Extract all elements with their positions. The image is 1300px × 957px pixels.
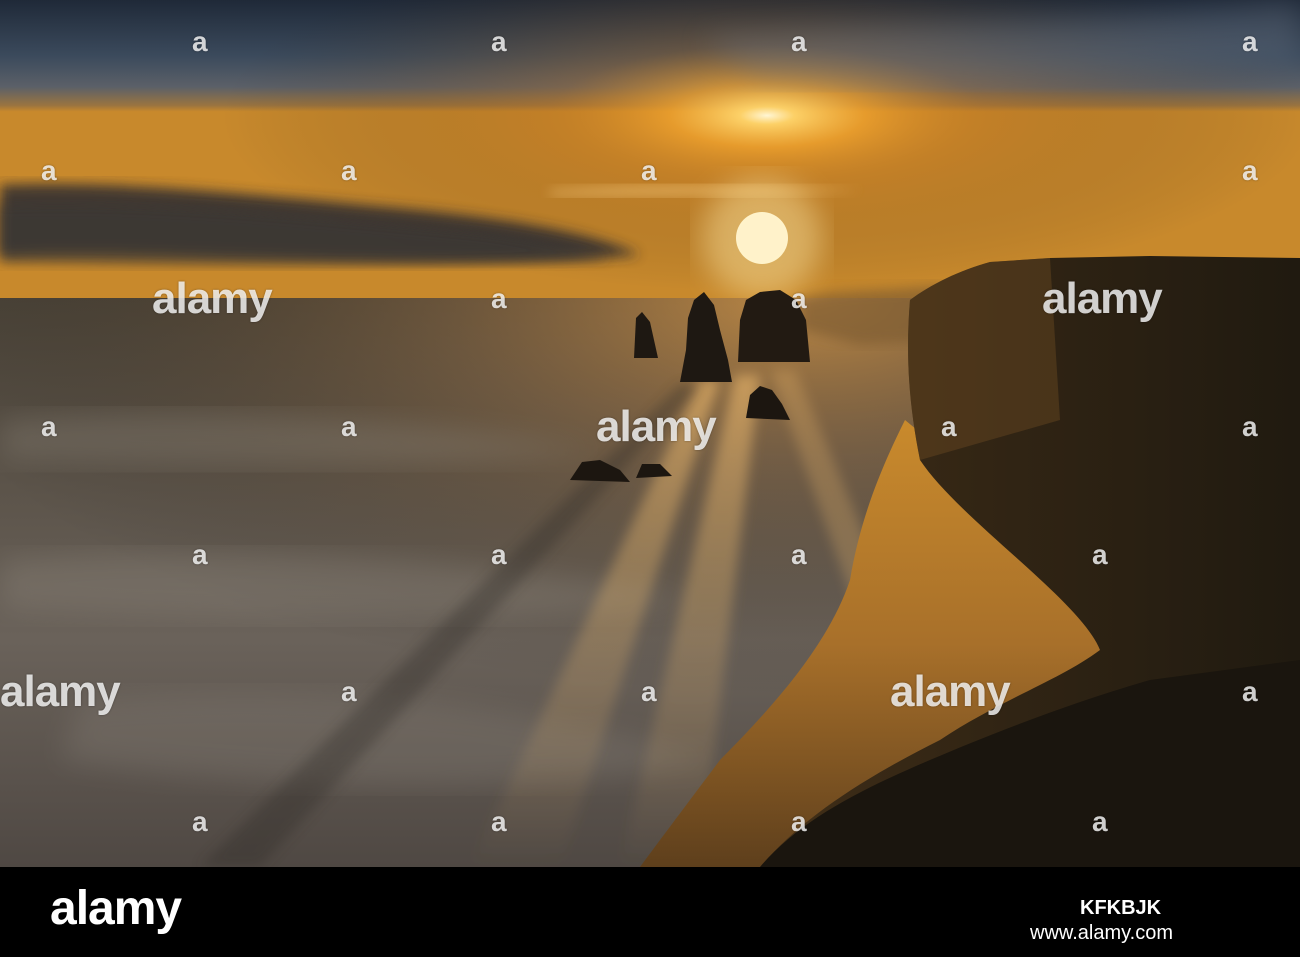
watermark-letter-3: a (1242, 26, 1258, 57)
alamy-logo: alamy (50, 882, 182, 935)
watermark-letter-5: a (341, 155, 357, 186)
watermark-word-1: alamy (1042, 274, 1163, 323)
stock-footer-bar: alamy KFKBJK www.alamy.com (0, 867, 1300, 957)
watermark-letter-10: a (41, 411, 57, 442)
site-url: www.alamy.com (1030, 922, 1173, 944)
watermark-letter-8: a (491, 283, 507, 314)
stock-photo-page: alamy alamy alamy alamy alamy a a a a a a a a a a a a a a a… (0, 0, 1300, 957)
watermark-letter-24: a (1092, 806, 1108, 837)
watermark-letter-11: a (341, 411, 357, 442)
image-id: KFKBJK (1080, 897, 1162, 919)
watermark-letter-14: a (192, 539, 208, 570)
watermark-letter-20: a (1242, 676, 1258, 707)
watermark-letter-22: a (491, 806, 507, 837)
watermark-letter-7: a (1242, 155, 1258, 186)
watermark-letter-12: a (941, 411, 957, 442)
watermark-letter-9: a (791, 283, 807, 314)
watermark-letter-1: a (491, 26, 507, 57)
watermark-letter-19: a (641, 676, 657, 707)
watermark-word-4: alamy (890, 667, 1011, 716)
watermark-letter-15: a (491, 539, 507, 570)
watermark-word-0: alamy (152, 274, 273, 323)
watermark-letter-18: a (341, 676, 357, 707)
watermark-letter-21: a (192, 806, 208, 837)
watermark-letter-2: a (791, 26, 807, 57)
watermark-letter-23: a (791, 806, 807, 837)
watermark-letter-13: a (1242, 411, 1258, 442)
watermark-letter-0: a (192, 26, 208, 57)
watermark-letter-4: a (41, 155, 57, 186)
watermark-letter-16: a (791, 539, 807, 570)
watermark-word-3: alamy (0, 667, 121, 716)
watermark-word-2: alamy (596, 402, 717, 451)
watermark-letter-17: a (1092, 539, 1108, 570)
watermark-letter-6: a (641, 155, 657, 186)
